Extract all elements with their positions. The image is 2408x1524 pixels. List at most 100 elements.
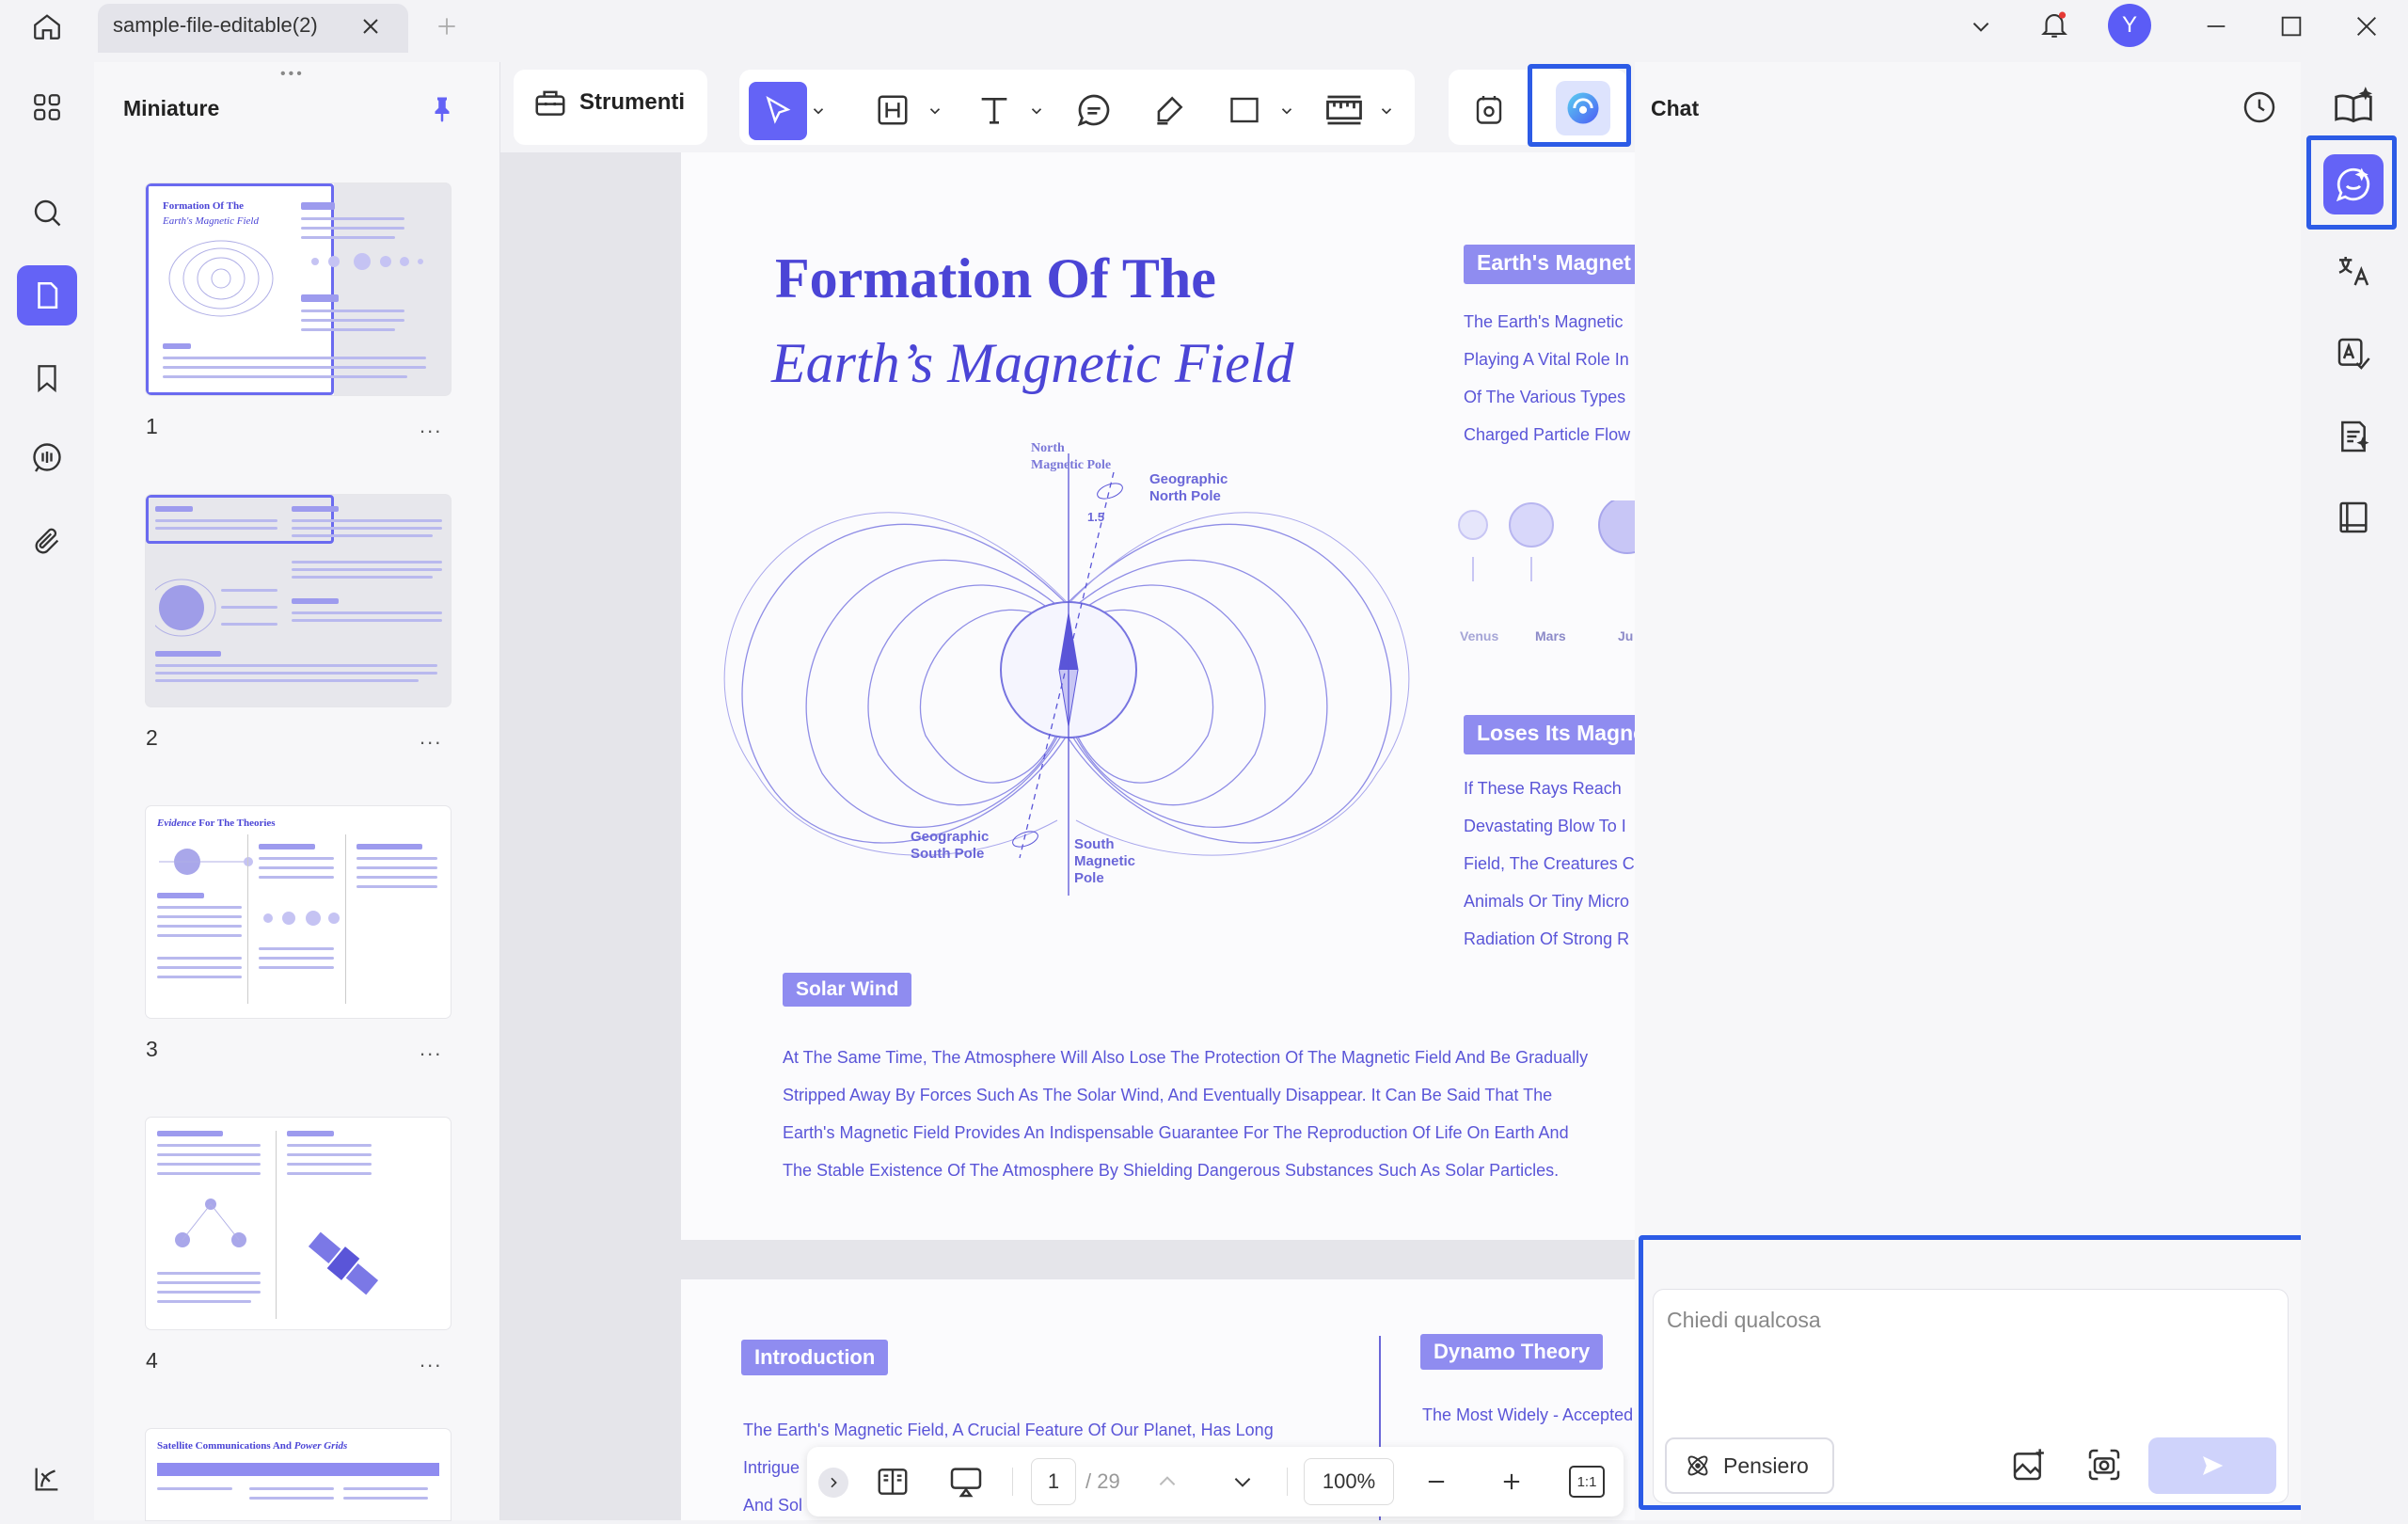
page-thumbnail-number: 2 [146,725,158,750]
magnetic-paragraph: The Earth's Magnetic Playing A Vital Rol… [1464,303,1630,453]
text-dropdown-chevron-icon[interactable] [1025,90,1048,132]
geographic-south-label-2: South Pole [911,846,984,862]
north-magnetic-pole-label-1: North [1031,441,1065,455]
page-thumbnail-4[interactable] [146,1118,451,1329]
thumbnail-more-button[interactable]: ... [420,414,442,438]
text-line: The Earth's Magnetic [1464,312,1624,331]
measure-dropdown-chevron-icon[interactable] [1375,90,1398,132]
page-thumbnail-number: 1 [146,414,158,438]
document-tab-title: sample-file-editable(2) [113,13,318,37]
zoom-out-minus-icon[interactable] [1411,1456,1462,1507]
toolbar-divider [1012,1468,1013,1496]
zoom-in-plus-icon[interactable] [1486,1456,1537,1507]
ai-chat-sidebar-icon[interactable] [2323,154,2384,214]
highlighter-pen-icon[interactable] [1144,85,1195,135]
text-line: At The Same Time, The Atmosphere Will Al… [783,1048,1589,1067]
comments-icon[interactable] [17,427,77,487]
apps-grid-icon[interactable] [17,77,77,137]
tools-button[interactable]: Strumenti [532,85,685,120]
pin-icon[interactable] [423,90,461,128]
stamp-sticker-icon[interactable] [1464,85,1514,135]
actual-size-button[interactable]: 1:1 [1569,1466,1605,1498]
layers-icon[interactable] [17,1449,77,1509]
rectangle-shape-icon[interactable] [1219,85,1270,135]
south-magnetic-pole-label-2: Magnetic [1074,853,1135,869]
current-page-input[interactable]: 1 [1031,1458,1076,1505]
heading-tool-icon[interactable] [867,85,918,135]
home-icon[interactable] [28,8,66,45]
presentation-icon[interactable] [941,1456,991,1507]
search-icon[interactable] [17,183,77,243]
new-tab-icon[interactable] [428,8,466,45]
north-magnetic-pole-label-2: Magnetic Pole [1031,458,1111,472]
angle-label: 1.5 [1087,510,1104,524]
collapse-bar-chevron-icon[interactable] [818,1468,848,1498]
zoom-level-field[interactable]: 100% [1304,1458,1394,1505]
image-upload-icon[interactable] [2004,1439,2054,1490]
text-line: Charged Particle Flow [1464,425,1631,444]
panel-drag-handle[interactable]: ••• [280,66,305,83]
page-thumbnail-3[interactable]: Evidence For The Theories [146,806,451,1018]
thumbnail-more-button[interactable]: ... [420,1348,442,1373]
thumbnail-more-button[interactable]: ... [420,725,442,750]
measure-ruler-icon[interactable] [1319,85,1370,135]
translate-icon[interactable] [2323,241,2384,301]
planet-label-mars: Mars [1535,628,1566,643]
select-pointer-icon[interactable] [749,82,807,140]
planet-label-jupiter: Ju [1618,628,1634,643]
chat-input[interactable]: Chiedi qualcosa [1667,1308,1821,1333]
thumb5-title-italic: Power Grids [293,1440,348,1452]
select-dropdown-chevron-icon[interactable] [807,90,830,132]
planets-illustration [1458,500,1635,581]
text-line: Playing A Vital Role In [1464,350,1629,369]
next-page-chevron-down-icon[interactable] [1217,1456,1268,1507]
attachment-icon[interactable] [17,512,77,572]
bookmark-icon[interactable] [17,348,77,408]
maximize-icon[interactable] [2273,8,2310,45]
comment-bubble-icon[interactable] [1069,85,1119,135]
page-layout-icon[interactable] [867,1456,918,1507]
text-line: Stripped Away By Forces Such As The Sola… [783,1086,1553,1104]
heading-dropdown-chevron-icon[interactable] [924,90,946,132]
ai-assistant-icon[interactable] [1556,81,1610,135]
text-tool-icon[interactable] [969,85,1020,135]
thumb5-title: Satellite Communications And [157,1440,293,1452]
history-clock-icon[interactable] [2241,88,2278,126]
notifications-bell-icon[interactable] [2036,6,2073,43]
previous-page-chevron-up-icon[interactable] [1142,1456,1193,1507]
minimize-icon[interactable] [2197,8,2235,45]
south-magnetic-pole-label-3: Pole [1074,870,1104,886]
magnetic-field-diagram: North Magnetic Pole Geographic North Pol… [723,441,1410,896]
page-thumbnail-5[interactable]: Satellite Communications And Power Grids [146,1429,451,1520]
page-thumbnail-number: 4 [146,1348,158,1373]
geographic-north-label-2: North Pole [1149,488,1221,504]
close-tab-icon[interactable] [352,8,389,45]
text-line: Animals Or Tiny Micro [1464,892,1630,911]
screenshot-camera-icon[interactable] [2079,1439,2130,1490]
section-heading-magnetic: Earth's Magnet [1464,245,1642,284]
thumbnails-page-icon[interactable] [17,265,77,325]
ocr-text-recognition-icon[interactable] [2323,324,2384,384]
page-thumbnail-2[interactable] [146,495,451,706]
tools-label: Strumenti [579,89,686,115]
user-avatar[interactable]: Y [2108,4,2151,47]
text-line: The Stable Existence Of The Atmosphere B… [783,1161,1560,1180]
page-properties-book-icon[interactable] [2323,487,2384,548]
text-line: Devastating Blow To I [1464,817,1626,835]
send-button[interactable] [2148,1437,2276,1494]
thinking-mode-button[interactable]: Pensiero [1665,1437,1834,1494]
ai-summary-document-icon[interactable] [2323,406,2384,467]
chevron-down-icon[interactable] [1962,8,2000,45]
text-line: Of The Various Types [1464,388,1626,406]
solar-wind-paragraph: At The Same Time, The Atmosphere Will Al… [783,1039,1588,1189]
page-thumbnail-1[interactable]: Formation Of The Earth's Magnetic Field [146,183,451,395]
text-line: Field, The Creatures C [1464,854,1635,873]
text-line: Radiation Of Strong R [1464,929,1630,948]
close-window-icon[interactable] [2348,8,2385,45]
text-line: The Most Widely - Accepted [1422,1405,1634,1424]
text-line: The Earth's Magnetic Field, A Crucial Fe… [743,1421,1274,1439]
section-heading-solar-wind: Solar Wind [783,973,912,1007]
shape-dropdown-chevron-icon[interactable] [1275,90,1298,132]
reader-mode-book-icon[interactable] [2323,77,2384,137]
thumbnail-more-button[interactable]: ... [420,1037,442,1061]
